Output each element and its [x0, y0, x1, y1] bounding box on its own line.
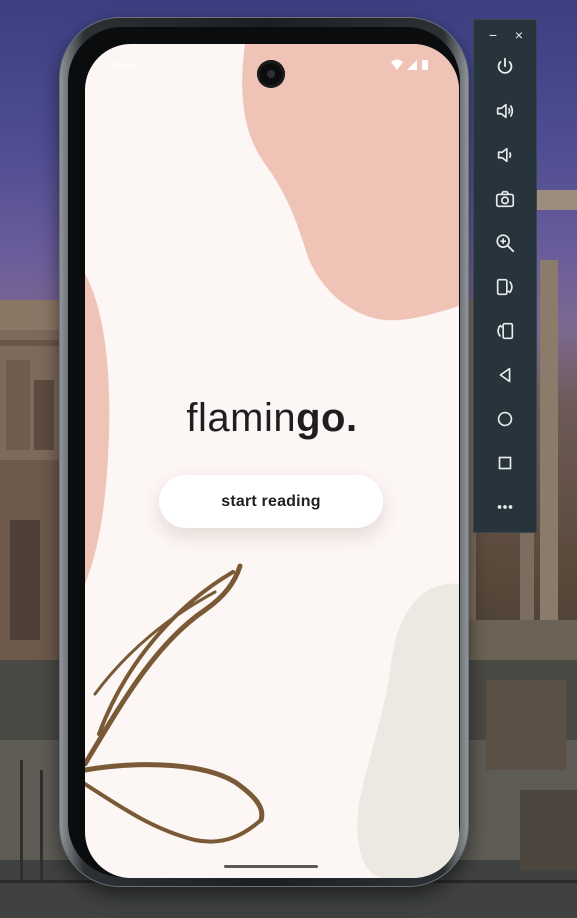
overview-icon [498, 456, 512, 470]
rotate-right-button[interactable] [490, 316, 520, 346]
zoom-in-icon [496, 234, 515, 253]
camera-icon [495, 190, 515, 208]
start-reading-button[interactable]: start reading [159, 475, 383, 528]
phone-frame: 9:46 flamingo. start reading [60, 18, 468, 886]
logo-text-light: flamin [186, 396, 297, 440]
back-icon [499, 367, 511, 383]
front-camera [257, 60, 285, 88]
app-screen: 9:46 flamingo. start reading [85, 44, 459, 878]
logo-text-bold: go. [296, 396, 358, 440]
volume-down-button[interactable] [490, 140, 520, 170]
minimize-button[interactable]: − [482, 24, 504, 46]
power-icon [497, 57, 513, 74]
volume-down-icon [497, 147, 512, 163]
phone-bezel: 9:46 flamingo. start reading [68, 27, 460, 878]
home-indicator-bar[interactable] [224, 865, 318, 868]
home-button[interactable] [490, 404, 520, 434]
battery-icon [422, 60, 428, 70]
more-icon [497, 505, 513, 509]
screenshot-button[interactable] [490, 184, 520, 214]
cellular-signal-icon [407, 60, 417, 70]
zoom-button[interactable] [490, 228, 520, 258]
back-button[interactable] [490, 360, 520, 390]
rotate-left-button[interactable] [490, 272, 520, 302]
status-icons [391, 59, 428, 70]
volume-up-icon [496, 103, 514, 119]
home-icon [497, 411, 513, 427]
volume-up-button[interactable] [490, 96, 520, 126]
power-button[interactable] [490, 52, 520, 82]
status-time: 9:46 [111, 58, 136, 72]
emulator-toolbar: − × [473, 19, 537, 533]
rotate-right-icon [497, 322, 514, 340]
wifi-icon [391, 59, 403, 70]
app-logo: flamingo. [85, 396, 459, 441]
overview-button[interactable] [490, 448, 520, 478]
rotate-left-icon [496, 278, 513, 296]
background-artwork [85, 44, 459, 878]
close-button[interactable]: × [508, 24, 530, 46]
desktop-background: 9:46 flamingo. start reading − × [0, 0, 577, 918]
more-button[interactable] [490, 492, 520, 522]
